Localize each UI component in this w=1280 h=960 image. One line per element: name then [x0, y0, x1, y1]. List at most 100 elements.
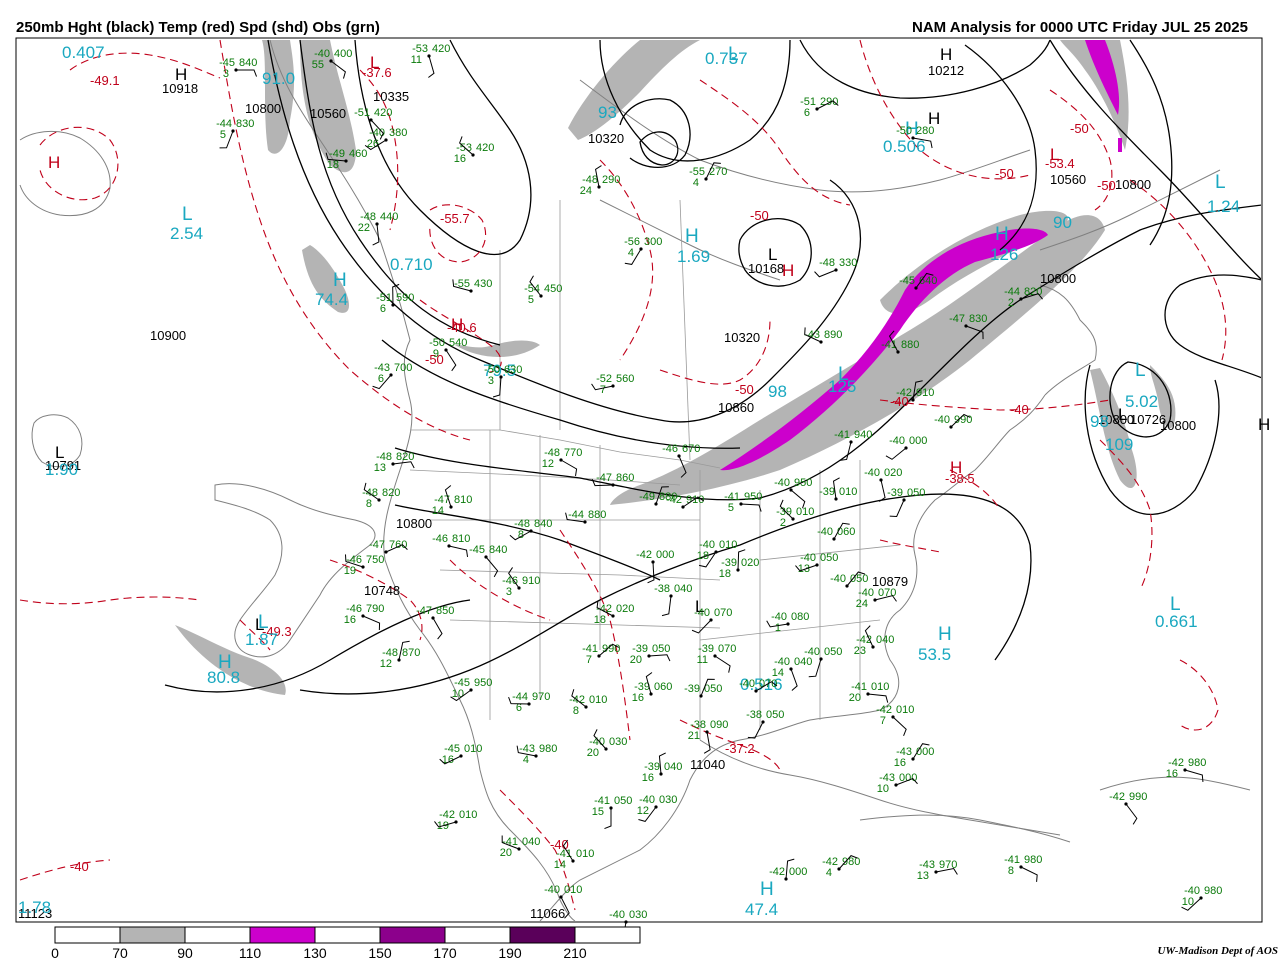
temperature-label: -55.7: [440, 211, 470, 226]
obs-height: 050: [704, 683, 722, 695]
height-label: 10800: [245, 101, 281, 116]
obs-height: 000: [899, 772, 917, 784]
obs-height: 640: [919, 275, 937, 287]
obs-height: 050: [652, 643, 670, 655]
speed-label: 1.87: [245, 630, 278, 649]
map-frame: [15, 37, 1263, 923]
height-label: 10212: [928, 63, 964, 78]
obs-height: 050: [766, 709, 784, 721]
obs-height: 940: [854, 429, 872, 441]
speed-label: 126: [990, 245, 1018, 264]
speed-label: 47.4: [745, 900, 778, 919]
speed-label: 5.02: [1125, 392, 1158, 411]
obs-temperature: -38: [654, 583, 670, 595]
obs-dewpoint-depression: 15: [592, 806, 604, 818]
speed-center-label: L: [182, 204, 193, 225]
obs-temperature: -42: [636, 549, 652, 561]
obs-temperature: -42: [666, 494, 682, 506]
pressure-center-red: L: [1050, 145, 1059, 164]
obs-temperature: -40: [889, 435, 905, 447]
height-label: 10748: [364, 583, 400, 598]
obs-dewpoint-depression: 14: [432, 505, 444, 517]
obs-height: 450: [544, 283, 562, 295]
speed-label: 1.24: [1207, 197, 1240, 216]
obs-temperature: -41: [834, 429, 850, 441]
obs-height: 830: [969, 313, 987, 325]
obs-temperature: -45: [469, 544, 485, 556]
obs-temperature: -44: [568, 509, 584, 521]
obs-height: 070: [718, 643, 736, 655]
obs-height: 840: [489, 544, 507, 556]
obs-temperature: -50: [896, 125, 912, 137]
speed-label: 91.0: [262, 69, 295, 88]
obs-height: 950: [474, 677, 492, 689]
obs-dewpoint-depression: 13: [374, 462, 386, 474]
obs-height: 070: [714, 607, 732, 619]
obs-height: 880: [588, 509, 606, 521]
obs-dewpoint-depression: 6: [804, 107, 810, 119]
height-label: 10800: [396, 516, 432, 531]
station-obs: -39 050: [684, 678, 722, 698]
obs-temperature: -40: [609, 909, 625, 921]
height-label: 11040: [690, 757, 725, 772]
obs-dewpoint-depression: 2: [1008, 297, 1014, 309]
obs-temperature: -39: [819, 486, 835, 498]
speed-label: 53.5: [918, 645, 951, 664]
obs-dewpoint-depression: 23: [854, 645, 866, 657]
obs-height: 460: [349, 148, 367, 160]
obs-dewpoint-depression: 20: [849, 692, 861, 704]
obs-temperature: -40: [544, 884, 560, 896]
obs-dewpoint-depression: 14: [554, 859, 566, 871]
obs-height: 010: [719, 539, 737, 551]
temperature-label: -40: [70, 859, 89, 874]
obs-dewpoint-depression: 8: [1008, 865, 1014, 877]
obs-dewpoint-depression: 16: [344, 614, 356, 626]
obs-height: 590: [396, 292, 414, 304]
obs-temperature: -40: [864, 467, 880, 479]
obs-height: 040: [522, 836, 540, 848]
height-label: 10320: [588, 131, 624, 146]
obs-height: 990: [1129, 791, 1147, 803]
obs-temperature: -40: [830, 573, 846, 585]
obs-dewpoint-depression: 24: [856, 598, 868, 610]
obs-temperature: -48: [819, 257, 835, 269]
obs-dewpoint-depression: 2: [780, 517, 786, 529]
obs-height: 000: [916, 746, 934, 758]
speed-label: 98: [1090, 412, 1109, 431]
obs-height: 540: [449, 337, 467, 349]
speed-legend: 0 70 90 110 130 150 170 190 210: [51, 926, 641, 960]
obs-dewpoint-depression: 18: [594, 614, 606, 626]
obs-temperature: -45: [899, 275, 915, 287]
obs-height: 330: [839, 257, 857, 269]
obs-temperature: -42: [769, 866, 785, 878]
obs-dewpoint-depression: 3: [223, 68, 229, 80]
obs-height: 000: [789, 866, 807, 878]
speed-label: 1.90: [45, 460, 78, 479]
legend-bin-150-170: [379, 926, 446, 944]
analysis-time: NAM Analysis for 0000 UTC Friday JUL 25 …: [912, 19, 1248, 36]
legend-tick: 130: [303, 945, 327, 960]
obs-height: 000: [909, 435, 927, 447]
obs-temperature: -51: [354, 107, 370, 119]
obs-height: 030: [609, 736, 627, 748]
obs-height: 910: [522, 575, 540, 587]
pressure-center-black: H: [1258, 415, 1270, 434]
obs-height: 040: [674, 583, 692, 595]
obs-height: 910: [916, 387, 934, 399]
speed-center-label: H: [333, 270, 347, 291]
obs-height: 010: [839, 486, 857, 498]
obs-height: 300: [644, 236, 662, 248]
obs-temperature: -40: [774, 477, 790, 489]
height-label: 10900: [150, 328, 186, 343]
speed-label: 109: [1105, 435, 1133, 454]
speed-label: 74.4: [315, 290, 348, 309]
speed-label: 80.8: [207, 668, 240, 687]
pressure-center-black: H: [175, 65, 187, 84]
temperature-label: -50: [750, 208, 769, 223]
obs-height: 820: [396, 451, 414, 463]
obs-temperature: -38: [746, 709, 762, 721]
legend-tick-labels: 0 70 90 110 130 150 170 190 210: [51, 945, 587, 960]
obs-dewpoint-depression: 16: [632, 692, 644, 704]
obs-height: 010: [871, 681, 889, 693]
weather-map: 250mb Hght (black) Temp (red) Spd (shd) …: [15, 19, 1278, 960]
